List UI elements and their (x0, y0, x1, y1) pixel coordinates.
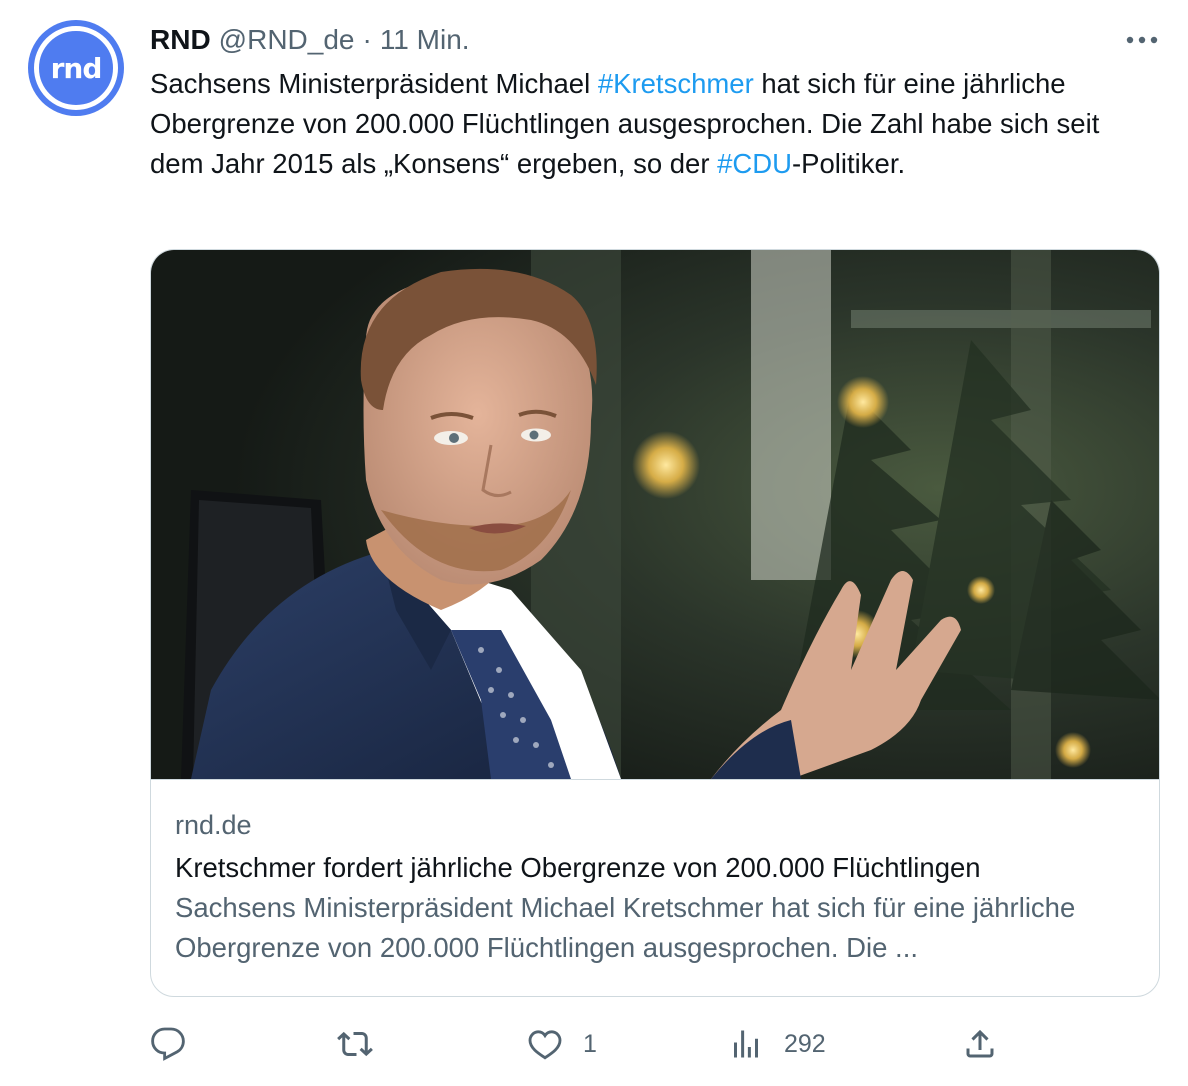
tweet-header: RND @RND_de · 11 Min. (150, 22, 470, 58)
tweet-text-segment: Sachsens Ministerpräsident Michael (150, 68, 598, 99)
author-name[interactable]: RND (150, 24, 211, 56)
share-button[interactable] (962, 1018, 998, 1070)
card-body[interactable]: rnd.de Kretschmer fordert jährliche Ober… (151, 779, 1159, 996)
views-icon (734, 1030, 758, 1058)
heart-icon (528, 1030, 562, 1060)
like-count: 1 (583, 1029, 597, 1058)
link-preview-card[interactable]: rnd.de Kretschmer fordert jährliche Ober… (150, 249, 1160, 997)
views-count: 292 (784, 1029, 826, 1058)
more-options-button[interactable] (1118, 26, 1166, 54)
retweet-button[interactable] (337, 1018, 373, 1070)
retweet-icon (337, 1031, 373, 1057)
hashtag-link[interactable]: #Kretschmer (598, 68, 754, 99)
reply-icon (151, 1027, 185, 1061)
like-button[interactable]: 1 (527, 1018, 597, 1070)
tweet-text-segment: -Politiker. (792, 148, 906, 179)
avatar[interactable]: rnd (28, 20, 124, 116)
avatar-logo: rnd (34, 26, 118, 110)
author-handle[interactable]: @RND_de (219, 24, 355, 56)
card-title: Kretschmer fordert jährliche Obergrenze … (175, 852, 981, 883)
more-icon (1126, 36, 1158, 44)
tweet[interactable]: rnd RND @RND_de · 11 Min. Sachsens Minis… (0, 0, 1188, 1086)
card-photo (151, 250, 1159, 779)
card-image[interactable] (151, 250, 1159, 779)
tweet-text: Sachsens Ministerpräsident Michael #Kret… (150, 64, 1160, 184)
card-description: Sachsens Ministerpräsident Michael Krets… (175, 892, 1076, 963)
reply-button[interactable] (150, 1018, 186, 1070)
avatar-logo-text: rnd (50, 51, 103, 85)
header-separator: · (362, 24, 372, 55)
card-domain: rnd.de (175, 810, 252, 840)
tweet-timestamp[interactable]: 11 Min. (380, 24, 470, 56)
views-button[interactable]: 292 (728, 1018, 826, 1070)
hashtag-link[interactable]: #CDU (717, 148, 792, 179)
share-icon (966, 1029, 994, 1058)
tweet-actions: 1 292 (150, 1018, 1160, 1070)
